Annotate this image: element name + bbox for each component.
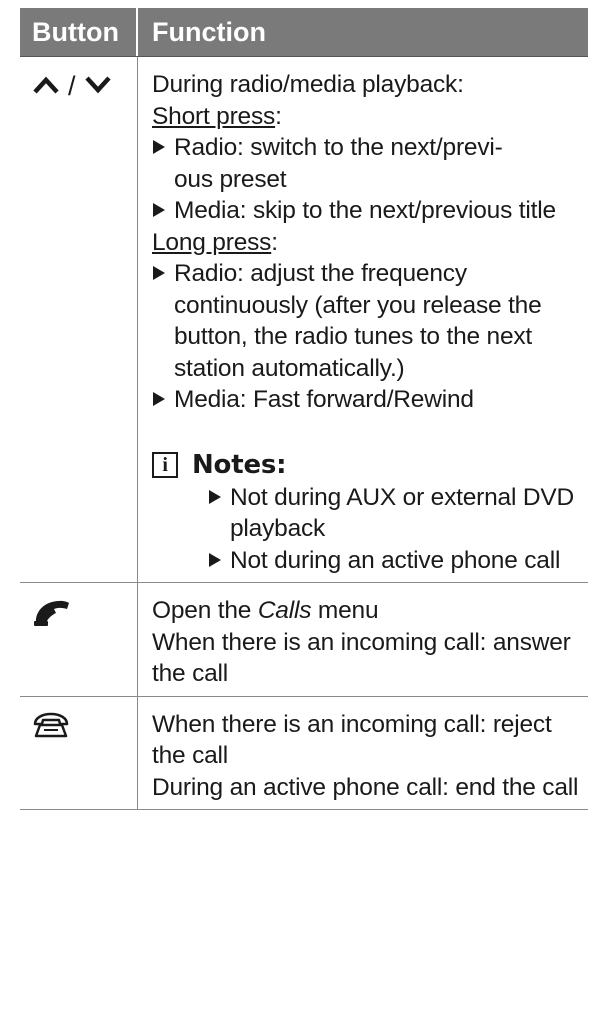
text-part: Open the: [152, 597, 258, 624]
table-row: Open the Calls menu When there is an inc…: [20, 583, 588, 697]
long-press-heading: Long press:: [152, 227, 584, 259]
bullet-triangle-icon: [152, 132, 174, 155]
long-press-item: Media: Fast forward/Rewind: [174, 386, 474, 413]
list-item: Media: skip to the next/previous title: [152, 195, 584, 227]
button-cell: [20, 583, 138, 696]
function-cell: When there is an incoming call: reject t…: [138, 697, 588, 810]
notes-list: Not during AUX or external DVD playback …: [152, 482, 584, 577]
chevron-down-icon: [84, 71, 112, 102]
separator-slash: /: [68, 71, 76, 101]
phone-answer-icon: [32, 600, 72, 631]
bullet-triangle-icon: [208, 545, 230, 568]
notes-title: Notes:: [192, 449, 287, 480]
button-cell: /: [20, 57, 138, 582]
chevron-up-icon: [32, 71, 60, 102]
long-press-item: Radio: adjust the frequency continuously…: [174, 260, 542, 382]
note-item: Not during an active phone call: [230, 546, 561, 574]
short-press-item: Media: skip to the next/previous title: [174, 197, 556, 224]
table-row: When there is an incoming call: reject t…: [20, 696, 588, 810]
phone-hangup-icon: [32, 712, 70, 743]
open-calls-text: Open the Calls menu: [152, 595, 584, 627]
button-cell: [20, 696, 138, 809]
end-call-text: During an active phone call: end the cal…: [152, 773, 579, 801]
function-cell: Open the Calls menu When there is an inc…: [138, 583, 588, 696]
short-press-colon: :: [275, 102, 282, 130]
short-press-item: Radio: switch to the next/previ-ous pres…: [174, 134, 503, 193]
list-item: Media: Fast forward/Rewind: [152, 384, 584, 416]
notes-heading: i Notes:: [152, 448, 584, 482]
function-cell: During radio/media playback: Short press…: [138, 57, 588, 582]
list-item: Not during AUX or external DVD playback: [208, 482, 584, 545]
intro-text: During radio/media playback:: [152, 71, 464, 98]
text-part: menu: [311, 597, 379, 624]
header-button: Button: [20, 8, 138, 56]
function-table: Button Function / During radio/media pla…: [20, 8, 588, 810]
bullet-triangle-icon: [152, 258, 174, 281]
bullet-triangle-icon: [152, 195, 174, 218]
bullet-triangle-icon: [152, 384, 174, 407]
calls-menu-name: Calls: [257, 597, 312, 624]
table-header: Button Function: [20, 8, 588, 57]
reject-call-text: When there is an incoming call: reject t…: [152, 710, 552, 770]
incoming-call-text: When there is an incoming call: answer t…: [152, 628, 571, 688]
header-function: Function: [152, 16, 266, 47]
info-icon: i: [152, 451, 178, 478]
note-item: Not during AUX or external DVD playback: [230, 483, 574, 543]
notes-section: i Notes: Not during AUX or external DVD …: [152, 448, 584, 577]
long-press-colon: :: [271, 228, 278, 256]
short-press-heading: Short press:: [152, 101, 584, 133]
list-item: Radio: adjust the frequency continuously…: [152, 258, 584, 384]
list-item: Radio: switch to the next/previ-ous pres…: [152, 132, 584, 195]
short-press-label: Short press: [152, 102, 276, 130]
long-press-label: Long press: [152, 228, 272, 256]
list-item: Not during an active phone call: [208, 545, 584, 577]
table-row: / During radio/media playback: Short pre…: [20, 57, 588, 583]
bullet-triangle-icon: [208, 482, 230, 505]
up-down-buttons: /: [32, 71, 137, 102]
